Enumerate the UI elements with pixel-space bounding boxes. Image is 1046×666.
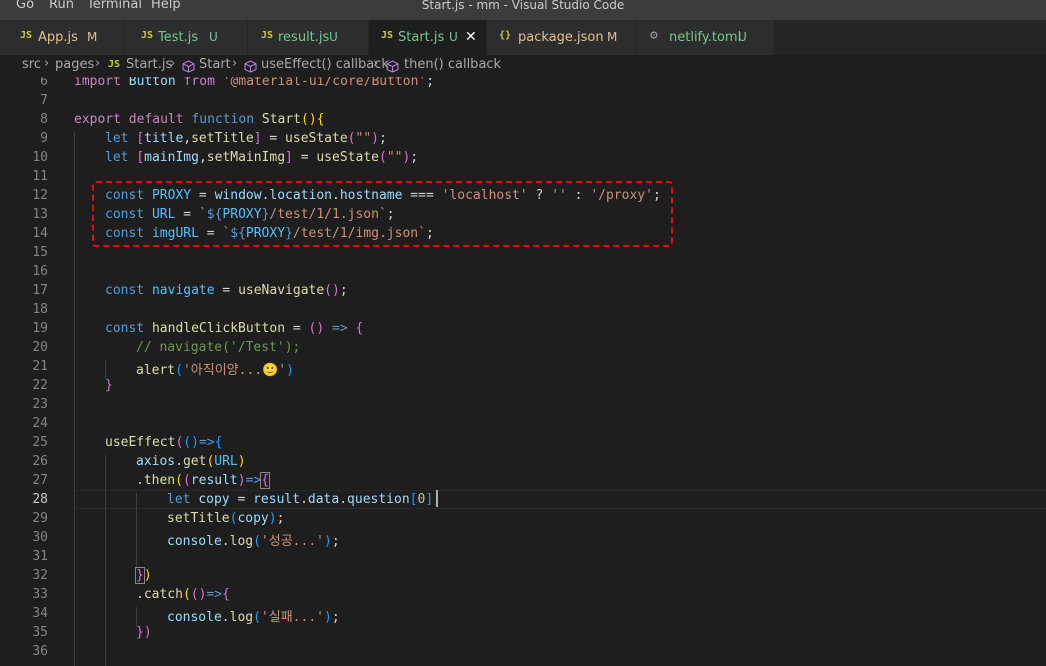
- code-line-current: let copy = result.data.question[0];: [167, 492, 441, 507]
- code-line: }): [136, 625, 152, 640]
- chevron-right-icon: ›: [232, 56, 238, 71]
- code-line: useEffect(()=>{: [105, 435, 223, 450]
- chevron-right-icon: ›: [95, 56, 101, 71]
- tab-start-js[interactable]: JS Start.js U ✕: [369, 20, 487, 55]
- code-line: alert('아직이양...🙂'): [136, 363, 294, 378]
- breadcrumb-src[interactable]: src: [22, 57, 41, 72]
- chevron-right-icon: ›: [170, 56, 176, 71]
- code-line: // navigate('/Test');: [136, 340, 301, 355]
- close-icon[interactable]: ✕: [465, 29, 477, 45]
- code-line: .catch(()=>{: [136, 587, 230, 602]
- code-line: const navigate = useNavigate();: [105, 283, 348, 298]
- code-line: axios.get(URL): [136, 454, 246, 469]
- code-line: }: [105, 378, 113, 393]
- tab-label: package.json: [518, 30, 604, 45]
- tab-app-js[interactable]: JS App.js M: [0, 20, 124, 55]
- breadcrumb-item-useeffect[interactable]: useEffect() callback: [261, 57, 389, 72]
- code-line: export default function Start(){: [74, 112, 325, 127]
- breadcrumb-pages[interactable]: pages: [55, 57, 94, 72]
- line-number: 31: [32, 549, 48, 564]
- javascript-file-icon: JS: [261, 30, 274, 41]
- title-bar: Go Run Terminal Help Start.js - mm - Vis…: [0, 0, 1046, 20]
- json-file-icon: {}: [499, 30, 512, 41]
- gear-icon: ⚙: [650, 28, 658, 43]
- chevron-right-icon: ›: [44, 56, 50, 71]
- tab-label: netlify.toml: [669, 30, 742, 45]
- code-line: const handleClickButton = () => {: [105, 321, 364, 336]
- editor-tab-bar: JS App.js M JS Test.js U JS result.js U …: [0, 20, 1046, 55]
- code-line: let [title,setTitle] = useState("");: [105, 131, 387, 146]
- cube-symbol-icon: [386, 60, 399, 73]
- breadcrumb-item-start[interactable]: Start: [199, 57, 231, 72]
- code-line: let [mainImg,setMainImg] = useState("");: [105, 150, 419, 165]
- code-line: setTitle(copy);: [167, 511, 285, 526]
- javascript-file-icon: JS: [20, 30, 33, 41]
- javascript-file-icon: JS: [381, 30, 394, 41]
- tab-test-js[interactable]: JS Test.js U: [124, 20, 248, 55]
- code-editor[interactable]: 6 7 8 9 10 11 12 13 14 15 16 17 18 19 20…: [0, 77, 1046, 666]
- line-number: 7: [40, 93, 48, 108]
- line-number: 36: [32, 644, 48, 659]
- breadcrumb-file[interactable]: Start.js: [126, 57, 172, 72]
- tab-status: U: [329, 30, 338, 44]
- code-line: console.log('실패...');: [167, 610, 340, 625]
- tab-status: M: [607, 30, 618, 44]
- javascript-file-icon: JS: [141, 30, 154, 41]
- tab-label: result.js: [278, 30, 330, 45]
- tab-result-js[interactable]: JS result.js U: [248, 20, 369, 55]
- tab-label: App.js: [38, 30, 78, 45]
- window-title: Start.js - mm - Visual Studio Code: [421, 0, 625, 12]
- tab-package-json[interactable]: {} package.json M: [487, 20, 637, 55]
- code-line: }): [135, 567, 152, 584]
- tab-label: Test.js: [158, 30, 199, 45]
- line-number: 15: [32, 245, 48, 260]
- line-number: 24: [32, 416, 48, 431]
- code-line: console.log('성공...');: [167, 534, 340, 549]
- cube-symbol-icon: [182, 60, 195, 73]
- tab-status: U: [738, 30, 747, 44]
- line-number: 11: [32, 169, 48, 184]
- line-number: 16: [32, 264, 48, 279]
- tab-netlify-toml[interactable]: ⚙ netlify.toml U: [637, 20, 775, 55]
- line-number: 23: [32, 397, 48, 412]
- highlight-annotation-box: [92, 181, 673, 247]
- tab-status: U: [449, 30, 458, 44]
- tab-status: U: [209, 30, 218, 44]
- tab-label: Start.js: [398, 30, 445, 45]
- code-line: .then((result)=>{: [136, 472, 271, 489]
- breadcrumb-item-then[interactable]: then() callback: [404, 57, 501, 72]
- cube-symbol-icon: [244, 60, 257, 73]
- text-cursor: [436, 490, 438, 507]
- chevron-right-icon: ›: [373, 56, 379, 71]
- line-number: 18: [32, 302, 48, 317]
- javascript-file-icon: JS: [108, 59, 121, 70]
- code-line: import Button from '@material-ui/core/Bu…: [74, 77, 435, 89]
- breadcrumb: src › pages › JS Start.js › Start › useE…: [0, 55, 1046, 77]
- tab-status: M: [87, 30, 98, 44]
